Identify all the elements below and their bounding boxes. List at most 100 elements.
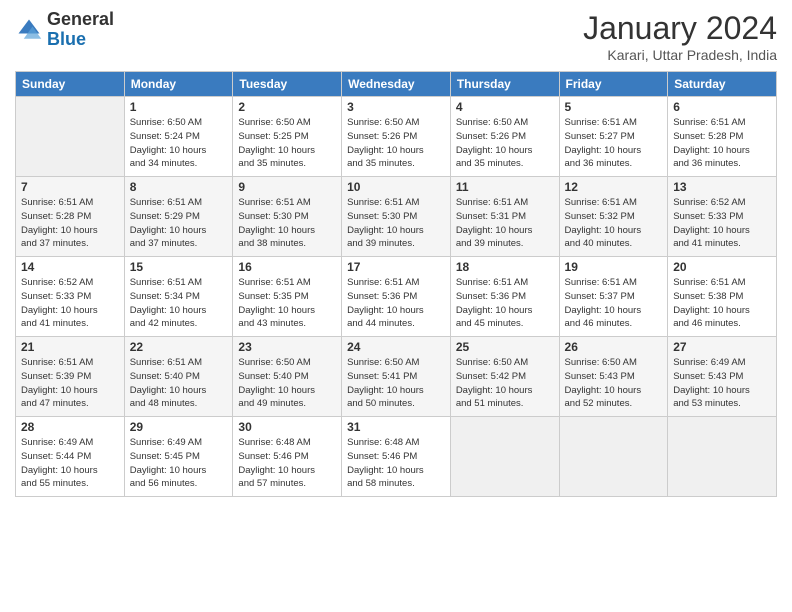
logo: General Blue (15, 10, 114, 50)
day-info: Sunrise: 6:50 AM Sunset: 5:42 PM Dayligh… (456, 356, 554, 411)
day-info: Sunrise: 6:50 AM Sunset: 5:26 PM Dayligh… (456, 116, 554, 171)
day-number: 4 (456, 100, 554, 114)
day-info: Sunrise: 6:51 AM Sunset: 5:37 PM Dayligh… (565, 276, 663, 331)
day-info: Sunrise: 6:51 AM Sunset: 5:35 PM Dayligh… (238, 276, 336, 331)
calendar-cell: 27Sunrise: 6:49 AM Sunset: 5:43 PM Dayli… (668, 337, 777, 417)
calendar-cell: 30 Sunrise: 6:48 AM Sunset: 5:46 PM Dayli… (233, 417, 342, 497)
day-number: 15 (130, 260, 228, 274)
header: General Blue January 2024 Karari, Uttar … (15, 10, 777, 63)
calendar-cell: 6 Sunrise: 6:51 AM Sunset: 5:28 PM Daylig… (668, 97, 777, 177)
day-info: Sunrise: 6:52 AM Sunset: 5:33 PM Dayligh… (21, 276, 119, 331)
header-tuesday: Tuesday (233, 72, 342, 97)
calendar-cell: 28Sunrise: 6:49 AM Sunset: 5:44 PM Dayli… (16, 417, 125, 497)
calendar-cell: 31 Sunrise: 6:48 AM Sunset: 5:46 PM Dayli… (342, 417, 451, 497)
calendar-cell: 7Sunrise: 6:51 AM Sunset: 5:28 PM Daylig… (16, 177, 125, 257)
day-number: 20 (673, 260, 771, 274)
calendar-week-4: 28Sunrise: 6:49 AM Sunset: 5:44 PM Dayli… (16, 417, 777, 497)
day-number: 14 (21, 260, 119, 274)
calendar-cell (16, 97, 125, 177)
calendar-cell: 2 Sunrise: 6:50 AM Sunset: 5:25 PM Daylig… (233, 97, 342, 177)
day-info: Sunrise: 6:49 AM Sunset: 5:44 PM Dayligh… (21, 436, 119, 491)
header-monday: Monday (124, 72, 233, 97)
calendar-cell: 22 Sunrise: 6:51 AM Sunset: 5:40 PM Dayli… (124, 337, 233, 417)
day-number: 2 (238, 100, 336, 114)
calendar-cell: 24Sunrise: 6:50 AM Sunset: 5:41 PM Dayli… (342, 337, 451, 417)
day-number: 3 (347, 100, 445, 114)
calendar-cell: 9 Sunrise: 6:51 AM Sunset: 5:30 PM Daylig… (233, 177, 342, 257)
calendar-cell: 20 Sunrise: 6:51 AM Sunset: 5:38 PM Dayli… (668, 257, 777, 337)
header-sunday: Sunday (16, 72, 125, 97)
day-number: 13 (673, 180, 771, 194)
calendar-cell: 12Sunrise: 6:51 AM Sunset: 5:32 PM Dayli… (559, 177, 668, 257)
day-info: Sunrise: 6:50 AM Sunset: 5:26 PM Dayligh… (347, 116, 445, 171)
calendar-cell: 8Sunrise: 6:51 AM Sunset: 5:29 PM Daylig… (124, 177, 233, 257)
day-number: 1 (130, 100, 228, 114)
logo-text: General Blue (47, 10, 114, 50)
calendar-cell: 4 Sunrise: 6:50 AM Sunset: 5:26 PM Daylig… (450, 97, 559, 177)
day-info: Sunrise: 6:48 AM Sunset: 5:46 PM Dayligh… (347, 436, 445, 491)
day-number: 7 (21, 180, 119, 194)
day-info: Sunrise: 6:51 AM Sunset: 5:30 PM Dayligh… (347, 196, 445, 251)
calendar-cell: 15Sunrise: 6:51 AM Sunset: 5:34 PM Dayli… (124, 257, 233, 337)
calendar-cell: 13Sunrise: 6:52 AM Sunset: 5:33 PM Dayli… (668, 177, 777, 257)
day-info: Sunrise: 6:51 AM Sunset: 5:30 PM Dayligh… (238, 196, 336, 251)
day-number: 23 (238, 340, 336, 354)
day-number: 9 (238, 180, 336, 194)
header-saturday: Saturday (668, 72, 777, 97)
calendar-cell: 23 Sunrise: 6:50 AM Sunset: 5:40 PM Dayli… (233, 337, 342, 417)
day-number: 11 (456, 180, 554, 194)
day-number: 8 (130, 180, 228, 194)
page: General Blue January 2024 Karari, Uttar … (0, 0, 792, 612)
month-title: January 2024 (583, 10, 777, 47)
day-info: Sunrise: 6:51 AM Sunset: 5:36 PM Dayligh… (456, 276, 554, 331)
day-info: Sunrise: 6:50 AM Sunset: 5:40 PM Dayligh… (238, 356, 336, 411)
day-info: Sunrise: 6:51 AM Sunset: 5:27 PM Dayligh… (565, 116, 663, 171)
header-wednesday: Wednesday (342, 72, 451, 97)
title-block: January 2024 Karari, Uttar Pradesh, Indi… (583, 10, 777, 63)
day-info: Sunrise: 6:50 AM Sunset: 5:25 PM Dayligh… (238, 116, 336, 171)
calendar-cell (559, 417, 668, 497)
day-number: 5 (565, 100, 663, 114)
calendar-cell: 10Sunrise: 6:51 AM Sunset: 5:30 PM Dayli… (342, 177, 451, 257)
calendar-header-row: Sunday Monday Tuesday Wednesday Thursday… (16, 72, 777, 97)
header-thursday: Thursday (450, 72, 559, 97)
calendar-cell: 19 Sunrise: 6:51 AM Sunset: 5:37 PM Dayli… (559, 257, 668, 337)
calendar-cell: 26Sunrise: 6:50 AM Sunset: 5:43 PM Dayli… (559, 337, 668, 417)
day-number: 17 (347, 260, 445, 274)
day-info: Sunrise: 6:51 AM Sunset: 5:38 PM Dayligh… (673, 276, 771, 331)
calendar-cell: 5 Sunrise: 6:51 AM Sunset: 5:27 PM Daylig… (559, 97, 668, 177)
calendar-cell (668, 417, 777, 497)
calendar-cell: 18 Sunrise: 6:51 AM Sunset: 5:36 PM Dayli… (450, 257, 559, 337)
day-info: Sunrise: 6:51 AM Sunset: 5:36 PM Dayligh… (347, 276, 445, 331)
day-info: Sunrise: 6:51 AM Sunset: 5:40 PM Dayligh… (130, 356, 228, 411)
calendar-week-2: 14 Sunrise: 6:52 AM Sunset: 5:33 PM Dayli… (16, 257, 777, 337)
day-number: 29 (130, 420, 228, 434)
calendar-cell: 1 Sunrise: 6:50 AM Sunset: 5:24 PM Daylig… (124, 97, 233, 177)
day-info: Sunrise: 6:51 AM Sunset: 5:28 PM Dayligh… (673, 116, 771, 171)
day-info: Sunrise: 6:51 AM Sunset: 5:31 PM Dayligh… (456, 196, 554, 251)
day-info: Sunrise: 6:50 AM Sunset: 5:43 PM Dayligh… (565, 356, 663, 411)
calendar-cell (450, 417, 559, 497)
day-info: Sunrise: 6:49 AM Sunset: 5:43 PM Dayligh… (673, 356, 771, 411)
day-number: 18 (456, 260, 554, 274)
day-info: Sunrise: 6:48 AM Sunset: 5:46 PM Dayligh… (238, 436, 336, 491)
day-info: Sunrise: 6:49 AM Sunset: 5:45 PM Dayligh… (130, 436, 228, 491)
day-number: 6 (673, 100, 771, 114)
day-number: 30 (238, 420, 336, 434)
logo-general: General (47, 9, 114, 29)
day-number: 31 (347, 420, 445, 434)
calendar-table: Sunday Monday Tuesday Wednesday Thursday… (15, 71, 777, 497)
header-friday: Friday (559, 72, 668, 97)
day-number: 24 (347, 340, 445, 354)
calendar-cell: 14 Sunrise: 6:52 AM Sunset: 5:33 PM Dayli… (16, 257, 125, 337)
calendar-cell: 29 Sunrise: 6:49 AM Sunset: 5:45 PM Dayli… (124, 417, 233, 497)
calendar-week-3: 21Sunrise: 6:51 AM Sunset: 5:39 PM Dayli… (16, 337, 777, 417)
calendar-cell: 16Sunrise: 6:51 AM Sunset: 5:35 PM Dayli… (233, 257, 342, 337)
day-number: 19 (565, 260, 663, 274)
calendar-week-0: 1 Sunrise: 6:50 AM Sunset: 5:24 PM Daylig… (16, 97, 777, 177)
calendar-cell: 11 Sunrise: 6:51 AM Sunset: 5:31 PM Dayli… (450, 177, 559, 257)
calendar-cell: 17 Sunrise: 6:51 AM Sunset: 5:36 PM Dayli… (342, 257, 451, 337)
logo-blue: Blue (47, 29, 86, 49)
day-number: 22 (130, 340, 228, 354)
day-info: Sunrise: 6:50 AM Sunset: 5:24 PM Dayligh… (130, 116, 228, 171)
